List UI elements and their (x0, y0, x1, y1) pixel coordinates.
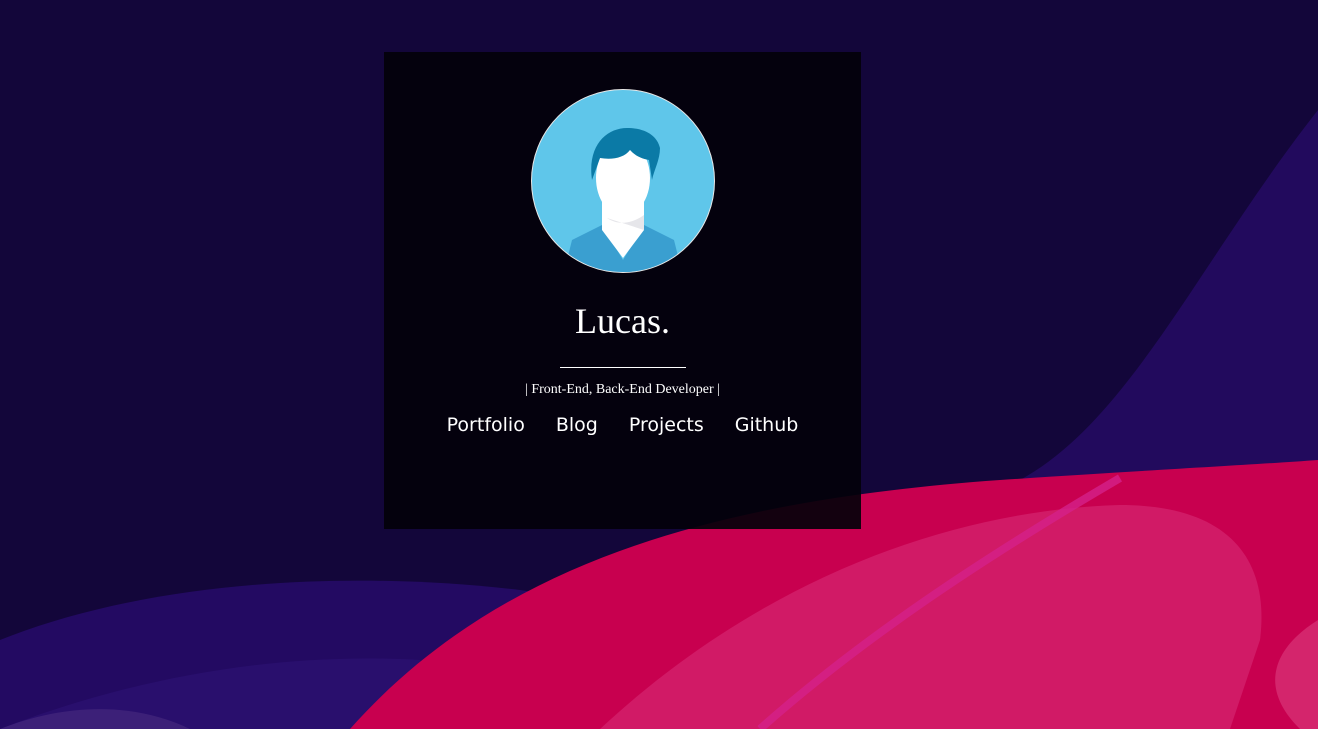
nav-link-projects[interactable]: Projects (629, 414, 704, 436)
nav-link-blog[interactable]: Blog (556, 414, 598, 436)
nav-links: Portfolio Blog Projects Github (384, 414, 861, 436)
user-avatar-icon (531, 89, 715, 273)
profile-name: Lucas. (575, 301, 670, 341)
profile-subtitle: | Front-End, Back-End Developer | (525, 382, 720, 397)
nav-link-github[interactable]: Github (735, 414, 799, 436)
nav-link-portfolio[interactable]: Portfolio (447, 414, 525, 436)
divider (560, 367, 686, 368)
